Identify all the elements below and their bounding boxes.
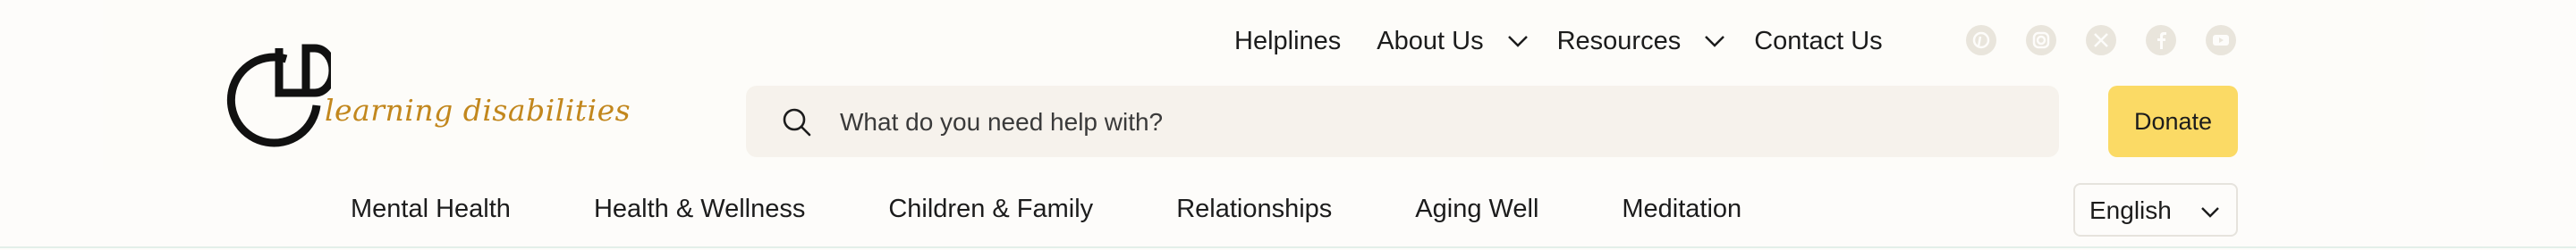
nav-resources[interactable]: Resources — [1557, 27, 1755, 56]
youtube-icon[interactable] — [2206, 25, 2236, 55]
nav-contact-us-label: Contact Us — [1754, 26, 1883, 55]
category-health-wellness[interactable]: Health & Wellness — [594, 195, 805, 224]
nav-helplines-label: Helplines — [1234, 26, 1342, 55]
nav-about-us[interactable]: About Us — [1377, 27, 1556, 56]
category-relationships[interactable]: Relationships — [1176, 195, 1332, 224]
category-mental-health[interactable]: Mental Health — [351, 195, 511, 224]
nav-contact-us[interactable]: Contact Us — [1754, 27, 1882, 56]
chevron-down-icon — [1507, 36, 1528, 47]
nav-resources-label: Resources — [1556, 26, 1682, 55]
chevron-down-icon — [1705, 36, 1725, 47]
language-select[interactable]: English — [2073, 183, 2238, 237]
x-icon[interactable] — [2086, 25, 2116, 55]
category-children-family[interactable]: Children & Family — [888, 195, 1093, 224]
category-nav: Mental Health Health & Wellness Children… — [351, 195, 1825, 224]
search-icon — [783, 108, 811, 137]
logo-mark-icon — [226, 44, 331, 147]
search-input[interactable] — [838, 102, 2022, 143]
header-divider — [0, 246, 2576, 248]
search-bar[interactable] — [746, 86, 2059, 157]
category-meditation[interactable]: Meditation — [1622, 195, 1741, 224]
site-header: learning disabilities Helplines About Us… — [0, 0, 2576, 246]
nav-helplines[interactable]: Helplines — [1234, 27, 1341, 56]
pinterest-icon[interactable] — [1966, 25, 1996, 55]
instagram-icon[interactable] — [2026, 25, 2056, 55]
language-selected-label: English — [2089, 196, 2172, 224]
facebook-icon[interactable] — [2146, 25, 2176, 55]
social-links — [1966, 25, 2236, 55]
category-aging-well[interactable]: Aging Well — [1415, 195, 1538, 224]
logo-tagline: learning disabilities — [325, 93, 631, 128]
donate-button[interactable]: Donate — [2108, 86, 2238, 157]
top-nav: Helplines About Us Resources Contact Us — [1234, 25, 1883, 57]
chevron-down-icon — [2201, 207, 2219, 218]
nav-about-us-label: About Us — [1377, 26, 1484, 55]
site-logo[interactable]: learning disabilities — [224, 43, 631, 150]
